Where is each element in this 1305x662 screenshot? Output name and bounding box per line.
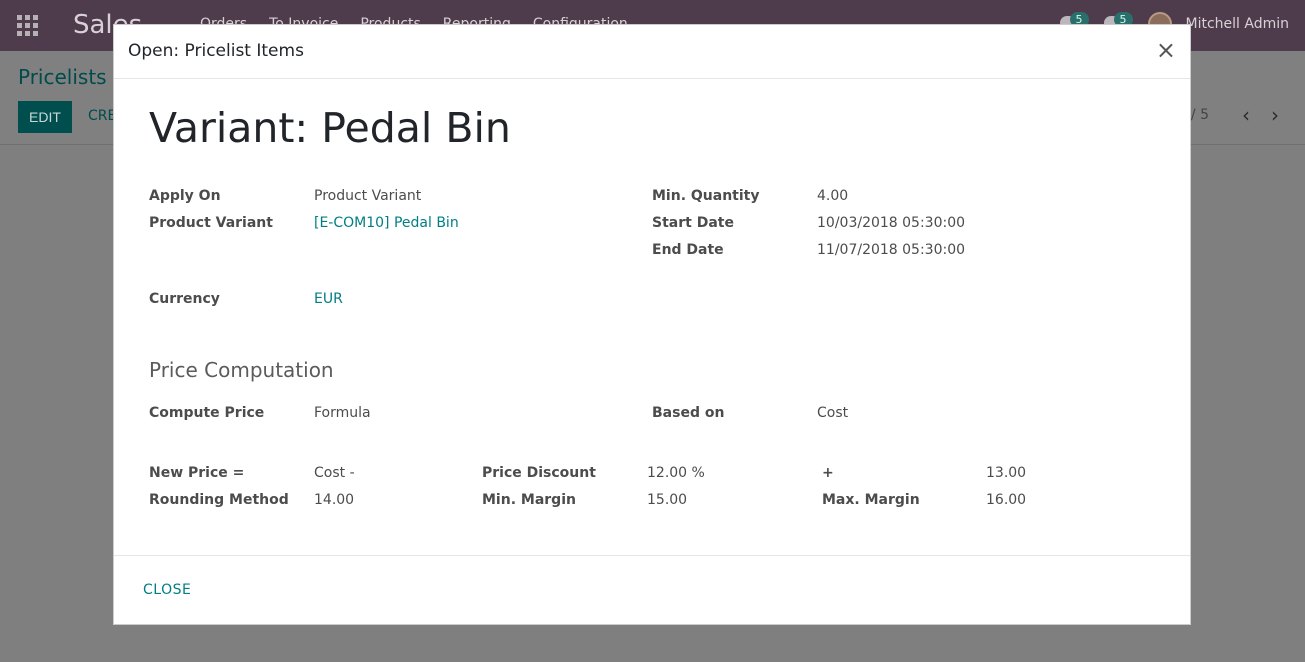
based-on-value: Cost bbox=[817, 405, 849, 421]
modal-title: Open: Pricelist Items bbox=[128, 41, 304, 61]
end-date-label: End Date bbox=[652, 242, 724, 258]
edit-button[interactable]: EDIT bbox=[18, 101, 72, 133]
user-name[interactable]: Mitchell Admin bbox=[1186, 16, 1290, 32]
based-on-label: Based on bbox=[652, 405, 725, 421]
modal-header: Open: Pricelist Items × bbox=[114, 25, 1190, 79]
max-margin-value: 16.00 bbox=[986, 492, 1027, 508]
max-margin-label: Max. Margin bbox=[822, 492, 920, 508]
min-margin-value: 15.00 bbox=[647, 492, 688, 508]
min-quantity-label: Min. Quantity bbox=[652, 188, 760, 204]
min-quantity-value: 4.00 bbox=[817, 188, 849, 204]
pricelist-item-dialog: Open: Pricelist Items × Variant: Pedal B… bbox=[113, 24, 1191, 625]
end-date-value: 11/07/2018 05:30:00 bbox=[817, 242, 966, 258]
record-title: Variant: Pedal Bin bbox=[149, 104, 511, 152]
apply-on-value: Product Variant bbox=[314, 188, 422, 204]
close-icon[interactable]: × bbox=[1156, 36, 1176, 64]
compute-price-label: Compute Price bbox=[149, 405, 265, 421]
price-computation-heading: Price Computation bbox=[149, 358, 334, 382]
pager-value: / 5 bbox=[1190, 107, 1209, 123]
apps-menu-icon[interactable] bbox=[17, 15, 38, 36]
compute-price-value: Formula bbox=[314, 405, 371, 421]
price-surcharge-value: 13.00 bbox=[986, 465, 1027, 481]
start-date-label: Start Date bbox=[652, 215, 734, 231]
modal-footer: CLOSE bbox=[114, 555, 1190, 625]
breadcrumb[interactable]: Pricelists / bbox=[18, 65, 120, 89]
currency-link[interactable]: EUR bbox=[314, 291, 343, 307]
product-variant-label: Product Variant bbox=[149, 215, 273, 231]
currency-label: Currency bbox=[149, 291, 220, 307]
close-button[interactable]: CLOSE bbox=[143, 582, 191, 598]
chevron-left-icon[interactable]: ‹ bbox=[1242, 103, 1250, 127]
start-date-value: 10/03/2018 05:30:00 bbox=[817, 215, 966, 231]
new-price-value: Cost - bbox=[314, 465, 355, 481]
price-discount-label: Price Discount bbox=[482, 465, 596, 481]
rounding-method-label: Rounding Method bbox=[149, 492, 289, 508]
product-variant-link[interactable]: [E-COM10] Pedal Bin bbox=[314, 215, 459, 231]
price-discount-value: 12.00 % bbox=[647, 465, 705, 481]
new-price-label: New Price = bbox=[149, 465, 245, 481]
min-margin-label: Min. Margin bbox=[482, 492, 576, 508]
apply-on-label: Apply On bbox=[149, 188, 221, 204]
rounding-method-value: 14.00 bbox=[314, 492, 355, 508]
chevron-right-icon[interactable]: › bbox=[1271, 103, 1279, 127]
price-surcharge-label: + bbox=[822, 465, 834, 481]
